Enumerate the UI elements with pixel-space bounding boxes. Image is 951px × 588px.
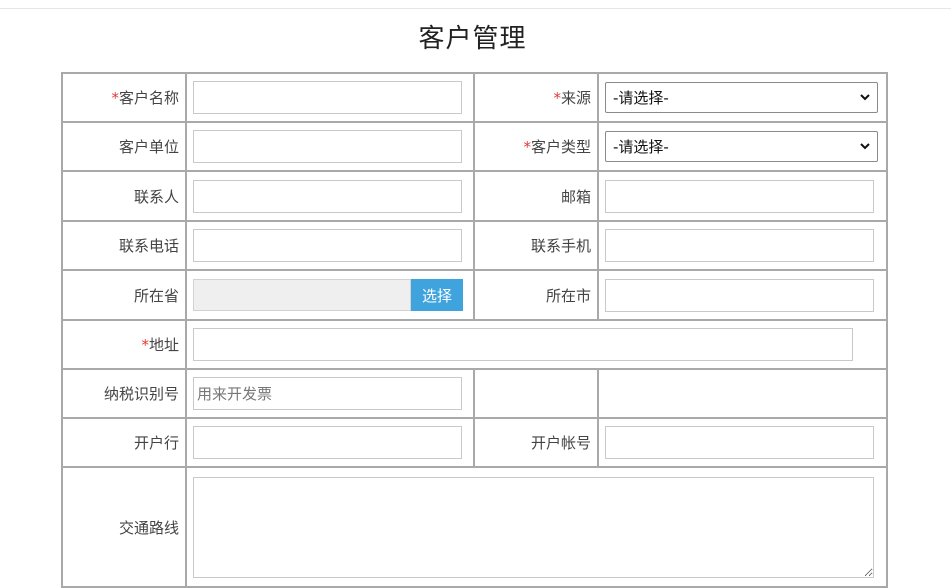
email-label-cell: 邮箱	[473, 170, 599, 222]
province-label-cell: 所在省	[61, 269, 187, 321]
address-label-cell: *地址	[61, 319, 187, 370]
province-picker: 选择	[193, 279, 463, 311]
province-readonly-field	[193, 279, 411, 311]
required-mark: *	[141, 336, 149, 354]
customer-company-label-cell: 客户单位	[61, 121, 187, 172]
email-cell	[597, 170, 888, 222]
contact-phone-cell	[185, 220, 475, 271]
contact-phone-label-cell: 联系电话	[61, 220, 187, 271]
source-label: 来源	[560, 89, 591, 107]
form-row: 联系人 邮箱	[61, 170, 888, 222]
form-row: *地址	[61, 319, 888, 370]
form-row: 纳税识别号	[61, 368, 888, 419]
contact-phone-input[interactable]	[193, 229, 462, 262]
customer-name-label: 客户名称	[118, 89, 179, 107]
contact-person-label-cell: 联系人	[61, 170, 187, 222]
contact-person-label: 联系人	[133, 187, 179, 206]
form-row: 开户行 开户帐号	[61, 417, 888, 468]
page-title: 客户管理	[418, 24, 527, 54]
contact-mobile-input[interactable]	[605, 229, 874, 262]
contact-phone-label: 联系电话	[118, 237, 179, 255]
transport-route-cell	[185, 466, 888, 588]
email-label: 邮箱	[560, 187, 591, 206]
required-mark: *	[553, 89, 561, 107]
bank-account-label: 开户帐号	[530, 434, 591, 452]
form-row: 联系电话 联系手机	[61, 220, 888, 271]
bank-label-cell: 开户行	[61, 417, 187, 468]
bank-label: 开户行	[133, 434, 179, 452]
city-label-cell: 所在市	[473, 269, 599, 321]
transport-route-label: 交通路线	[118, 518, 179, 537]
customer-name-cell	[185, 72, 475, 123]
tax-id-label-cell: 纳税识别号	[61, 368, 187, 419]
bank-account-cell	[597, 417, 888, 468]
customer-type-label: 客户类型	[530, 138, 591, 156]
empty-field-cell	[597, 368, 888, 419]
form-row: 交通路线	[61, 466, 888, 588]
contact-person-cell	[185, 170, 475, 222]
customer-company-label: 客户单位	[118, 138, 179, 156]
bank-cell	[185, 417, 475, 468]
form-row: 客户单位 *客户类型 -请选择-	[61, 121, 888, 172]
transport-route-textarea[interactable]	[193, 476, 874, 578]
required-mark: *	[111, 89, 119, 107]
customer-name-input[interactable]	[193, 81, 462, 114]
bank-input[interactable]	[193, 426, 462, 459]
province-label: 所在省	[133, 286, 179, 305]
city-cell	[597, 269, 888, 321]
chevron-down-icon	[860, 143, 870, 150]
tax-id-label: 纳税识别号	[103, 385, 179, 403]
source-select[interactable]: -请选择-	[605, 82, 878, 113]
customer-type-select[interactable]: -请选择-	[605, 131, 878, 162]
customer-form: *客户名称 *来源 -请选择- 客户单位 *客户类型 -请选择- 联系人 邮箱 …	[61, 72, 888, 588]
customer-type-label-cell: *客户类型	[473, 121, 599, 172]
email-input[interactable]	[605, 179, 874, 213]
address-cell	[185, 319, 888, 370]
form-row: *客户名称 *来源 -请选择-	[61, 72, 888, 123]
empty-label-cell	[473, 368, 599, 419]
province-select-button[interactable]: 选择	[411, 279, 463, 311]
contact-mobile-label-cell: 联系手机	[473, 220, 599, 271]
customer-company-input[interactable]	[193, 130, 462, 163]
source-label-cell: *来源	[473, 72, 599, 123]
bank-account-label-cell: 开户帐号	[473, 417, 599, 468]
city-input[interactable]	[605, 278, 874, 312]
top-divider	[0, 8, 951, 9]
tax-id-cell	[185, 368, 475, 419]
tax-id-input[interactable]	[193, 377, 462, 410]
contact-person-input[interactable]	[193, 179, 462, 213]
source-select-value: -请选择-	[613, 89, 669, 107]
customer-name-label-cell: *客户名称	[61, 72, 187, 123]
required-mark: *	[523, 138, 531, 156]
city-label: 所在市	[545, 286, 591, 305]
address-label: 地址	[148, 336, 179, 354]
contact-mobile-cell	[597, 220, 888, 271]
province-cell: 选择	[185, 269, 475, 321]
customer-company-cell	[185, 121, 475, 172]
form-row: 所在省 选择 所在市	[61, 269, 888, 321]
transport-route-label-cell: 交通路线	[61, 466, 187, 588]
customer-type-select-value: -请选择-	[613, 138, 669, 156]
bank-account-input[interactable]	[605, 426, 874, 459]
source-cell: -请选择-	[597, 72, 888, 123]
address-input[interactable]	[193, 328, 853, 361]
customer-type-cell: -请选择-	[597, 121, 888, 172]
chevron-down-icon	[860, 94, 870, 101]
contact-mobile-label: 联系手机	[530, 237, 591, 255]
